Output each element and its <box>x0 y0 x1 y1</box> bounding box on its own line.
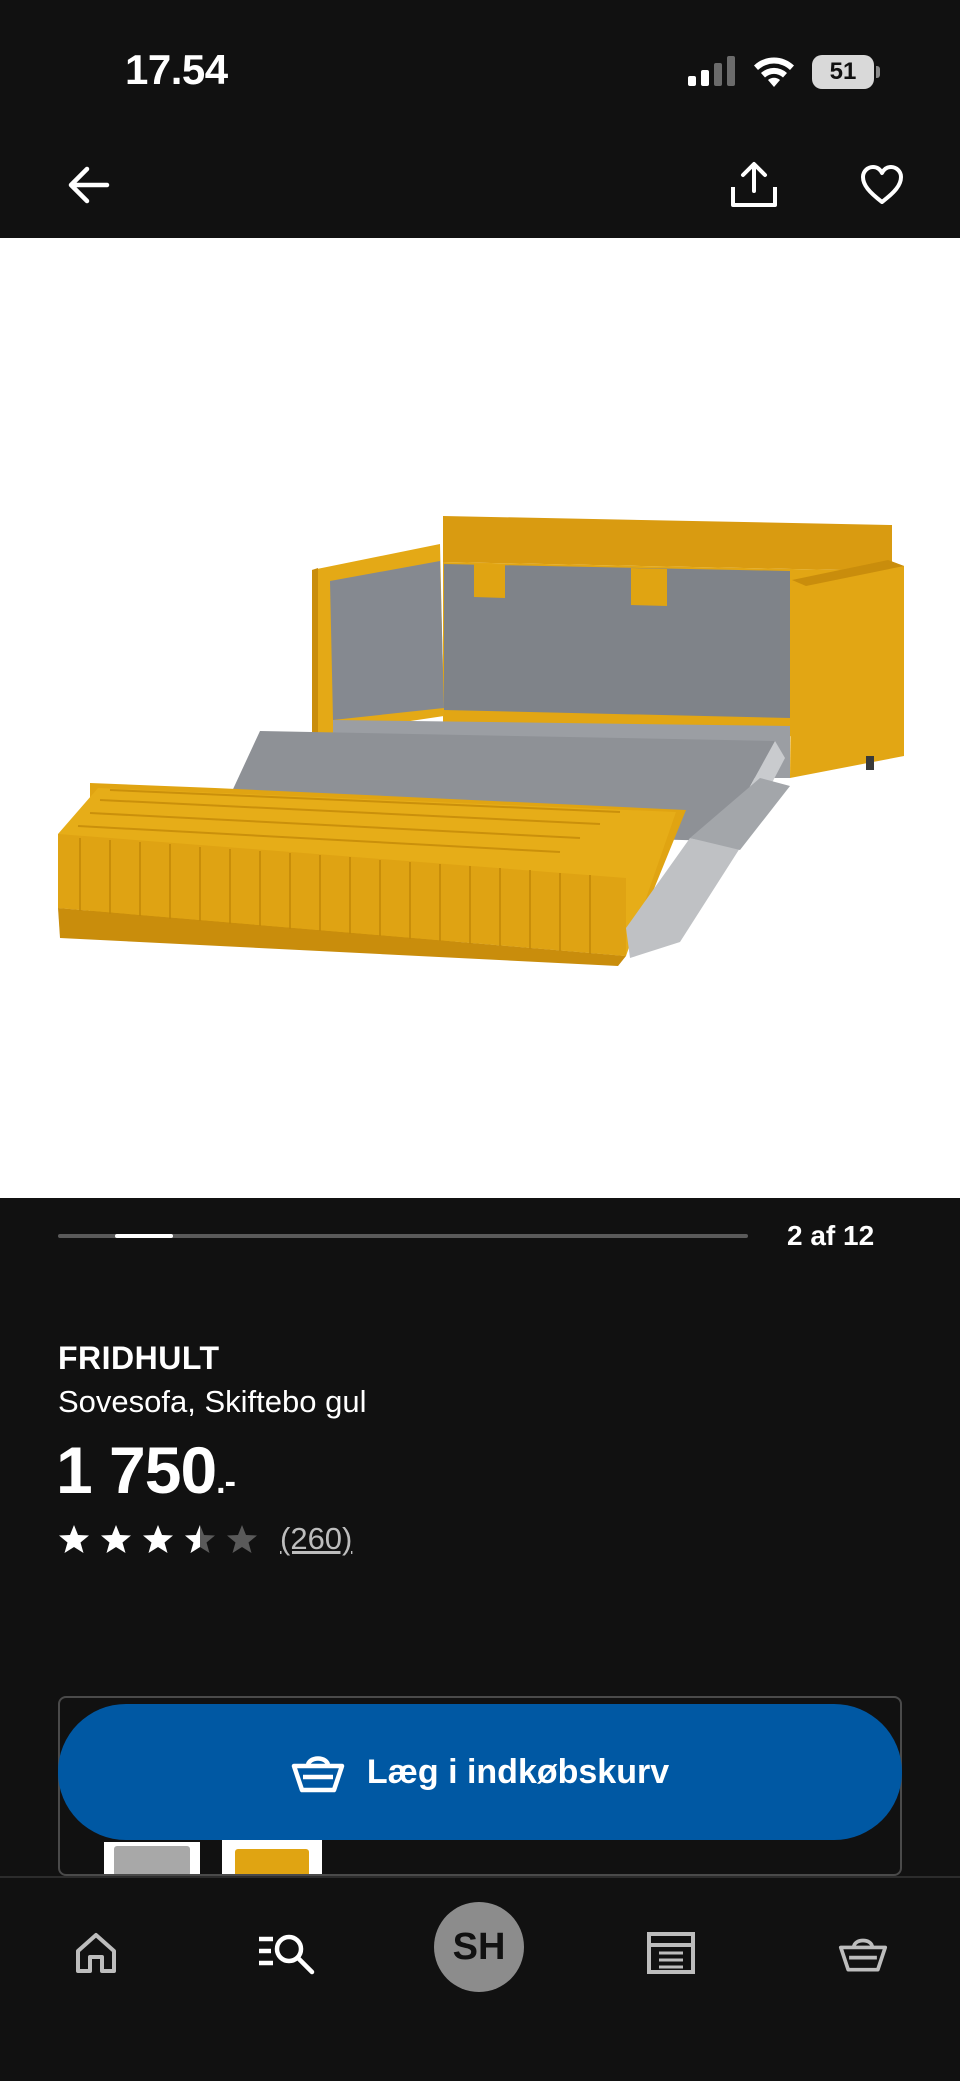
status-bar: 17.54 51 <box>0 0 960 140</box>
battery-cap <box>876 66 880 78</box>
nav-basket[interactable] <box>828 1918 898 1988</box>
favorite-button[interactable] <box>850 153 914 217</box>
nav-profile-avatar[interactable]: SH <box>434 1902 524 1992</box>
cellular-signal-icon <box>688 56 735 86</box>
share-button[interactable] <box>722 153 786 217</box>
price-amount: 1 750 <box>56 1433 217 1507</box>
product-price: 1 750.- <box>56 1432 236 1508</box>
nav-home[interactable] <box>61 1918 131 1988</box>
grey-sofa-thumbnail <box>114 1846 190 1874</box>
carousel-progress <box>58 1234 748 1238</box>
basket-icon <box>291 1756 345 1793</box>
variant-thumb-yellow[interactable] <box>220 1838 324 1874</box>
variant-thumb-grey[interactable] <box>102 1840 202 1874</box>
product-image[interactable] <box>0 238 960 1198</box>
nav-store[interactable] <box>636 1918 706 1988</box>
yellow-sofa-thumbnail <box>235 1849 309 1874</box>
review-count-link[interactable]: (260) <box>280 1521 352 1557</box>
add-to-cart-label: Læg i indkøbskurv <box>366 1752 670 1791</box>
add-to-cart-button[interactable]: Læg i indkøbskurv <box>58 1704 902 1840</box>
back-button[interactable] <box>56 153 120 217</box>
price-suffix: .- <box>216 1463 236 1501</box>
carousel-progress-thumb <box>115 1234 173 1238</box>
battery-level: 51 <box>812 55 874 89</box>
status-time: 17.54 <box>125 46 228 93</box>
carousel-counter: 2 af 12 <box>787 1220 875 1251</box>
star-half-icon <box>185 1525 215 1553</box>
basket-icon <box>838 1938 888 1972</box>
bottom-nav: SH <box>0 1876 960 2081</box>
product-description: Sovesofa, Skiftebo gul <box>58 1384 367 1419</box>
star-full-icon <box>143 1525 173 1553</box>
nav-search[interactable] <box>252 1918 322 1988</box>
heart-icon <box>861 165 903 204</box>
product-brand: FRIDHULT <box>58 1340 220 1376</box>
home-icon <box>76 1933 116 1973</box>
top-bar <box>0 140 960 238</box>
star-empty-icon <box>227 1525 257 1553</box>
profile-initials: SH <box>452 1925 506 1968</box>
battery-icon: 51 <box>812 55 880 89</box>
search-icon <box>259 1934 315 1975</box>
share-icon <box>731 162 777 207</box>
sofa-bed-illustration <box>58 516 904 966</box>
star-full-icon <box>59 1525 89 1553</box>
arrow-left-icon <box>68 166 110 204</box>
wifi-icon <box>754 57 794 87</box>
star-full-icon <box>101 1525 131 1553</box>
store-icon <box>647 1932 695 1974</box>
product-rating[interactable]: (260) <box>58 1521 352 1557</box>
